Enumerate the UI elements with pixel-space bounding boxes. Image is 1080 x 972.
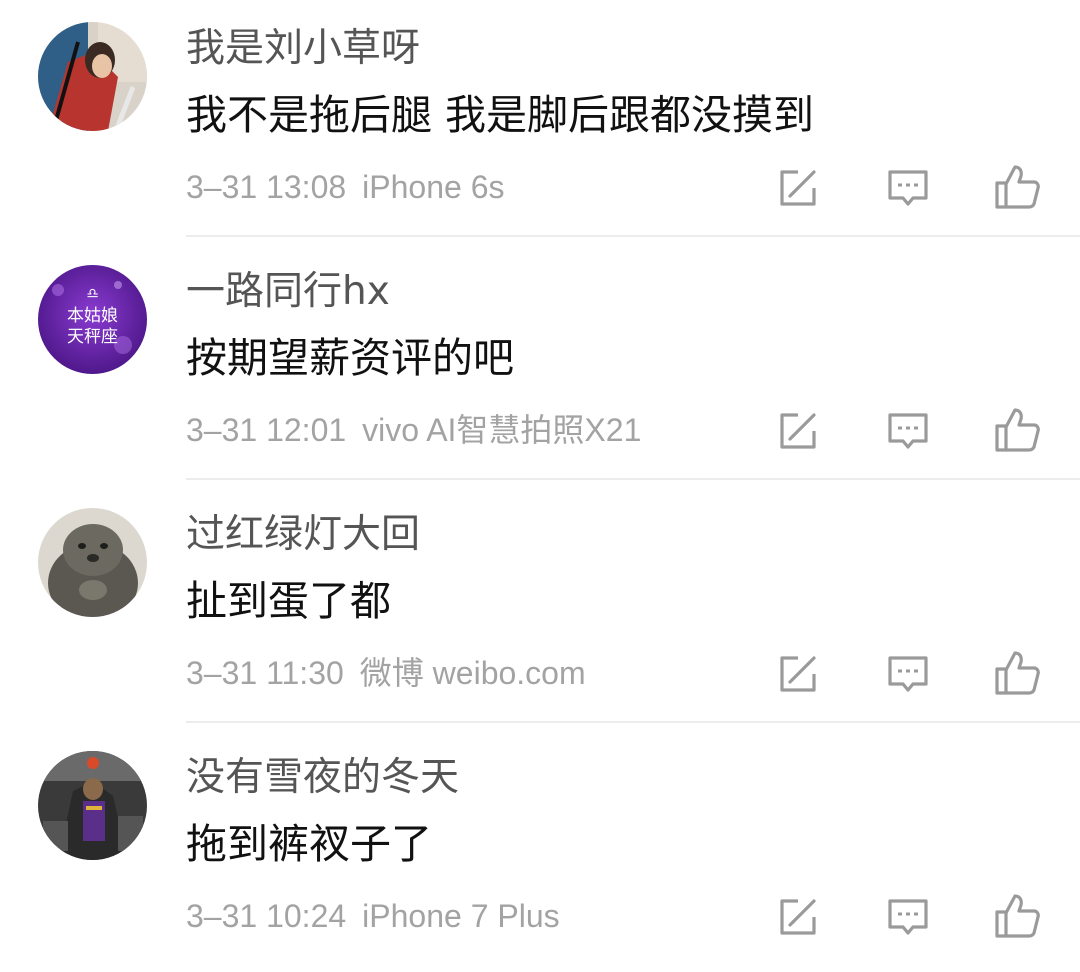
device-source: iPhone 6s xyxy=(362,169,505,205)
comment-text: 按期望薪资评的吧 xyxy=(186,334,514,382)
comment-item[interactable]: 过红绿灯大回 扯到蛋了都 3–31 11:30 微博 weibo.com xyxy=(0,486,1080,729)
comment-item[interactable]: ♎ 本姑娘 天秤座 一路同行hx 按期望薪资评的吧 3–31 12:01 vivo… xyxy=(0,243,1080,486)
comment-text: 扯到蛋了都 xyxy=(186,577,391,625)
username[interactable]: 一路同行hx xyxy=(186,269,390,315)
like-button[interactable] xyxy=(993,649,1041,697)
thumbs-up-icon xyxy=(995,894,1040,938)
divider xyxy=(186,235,1080,237)
edit-icon xyxy=(780,413,816,449)
like-button[interactable] xyxy=(993,406,1041,454)
reply-button[interactable] xyxy=(886,652,930,696)
repost-button[interactable] xyxy=(776,652,820,696)
divider xyxy=(186,721,1080,723)
avatar-text: 天秤座 xyxy=(67,327,118,347)
timestamp: 3–31 13:08 xyxy=(186,169,347,205)
comment-icon xyxy=(888,170,928,206)
timestamp: 3–31 12:01 xyxy=(186,412,347,448)
comment-icon xyxy=(888,656,928,692)
thumbs-up-icon xyxy=(995,408,1040,452)
edit-icon xyxy=(780,656,816,692)
thumbs-up-icon xyxy=(995,165,1040,209)
avatar-text: 本姑娘 xyxy=(67,306,118,326)
username[interactable]: 过红绿灯大回 xyxy=(186,512,420,558)
like-button[interactable] xyxy=(993,163,1041,211)
comment-text: 拖到裤衩子了 xyxy=(186,820,432,868)
repost-button[interactable] xyxy=(776,166,820,210)
avatar[interactable] xyxy=(38,751,147,860)
comment-text: 我不是拖后腿 我是脚后跟都没摸到 xyxy=(186,91,815,139)
comment-item[interactable]: 没有雪夜的冬天 拖到裤衩子了 3–31 10:24 iPhone 7 Plus xyxy=(0,729,1080,972)
comment-meta: 3–31 13:08 iPhone 6s xyxy=(186,167,504,207)
repost-button[interactable] xyxy=(776,895,820,939)
timestamp: 3–31 10:24 xyxy=(186,898,347,934)
like-button[interactable] xyxy=(993,892,1041,940)
device-source: iPhone 7 Plus xyxy=(362,898,560,934)
repost-button[interactable] xyxy=(776,409,820,453)
comment-item[interactable]: 我是刘小草呀 我不是拖后腿 我是脚后跟都没摸到 3–31 13:08 iPhone… xyxy=(0,0,1080,243)
comment-meta: 3–31 12:01 vivo AI智慧拍照X21 xyxy=(186,410,641,450)
comment-meta: 3–31 11:30 微博 weibo.com xyxy=(186,653,586,693)
divider xyxy=(186,478,1080,480)
reply-button[interactable] xyxy=(886,895,930,939)
timestamp: 3–31 11:30 xyxy=(186,655,344,691)
avatar-symbol: ♎ xyxy=(86,286,99,302)
edit-icon xyxy=(780,170,816,206)
device-source: vivo AI智慧拍照X21 xyxy=(362,412,642,448)
edit-icon xyxy=(780,899,816,935)
username[interactable]: 没有雪夜的冬天 xyxy=(186,755,459,801)
thumbs-up-icon xyxy=(995,651,1040,695)
avatar[interactable]: ♎ 本姑娘 天秤座 xyxy=(38,265,147,374)
comment-meta: 3–31 10:24 iPhone 7 Plus xyxy=(186,896,560,936)
comment-icon xyxy=(888,899,928,935)
comment-icon xyxy=(888,413,928,449)
device-source: 微博 weibo.com xyxy=(359,655,586,691)
avatar[interactable] xyxy=(38,22,147,131)
avatar[interactable] xyxy=(38,508,147,617)
reply-button[interactable] xyxy=(886,166,930,210)
username[interactable]: 我是刘小草呀 xyxy=(186,26,420,72)
reply-button[interactable] xyxy=(886,409,930,453)
